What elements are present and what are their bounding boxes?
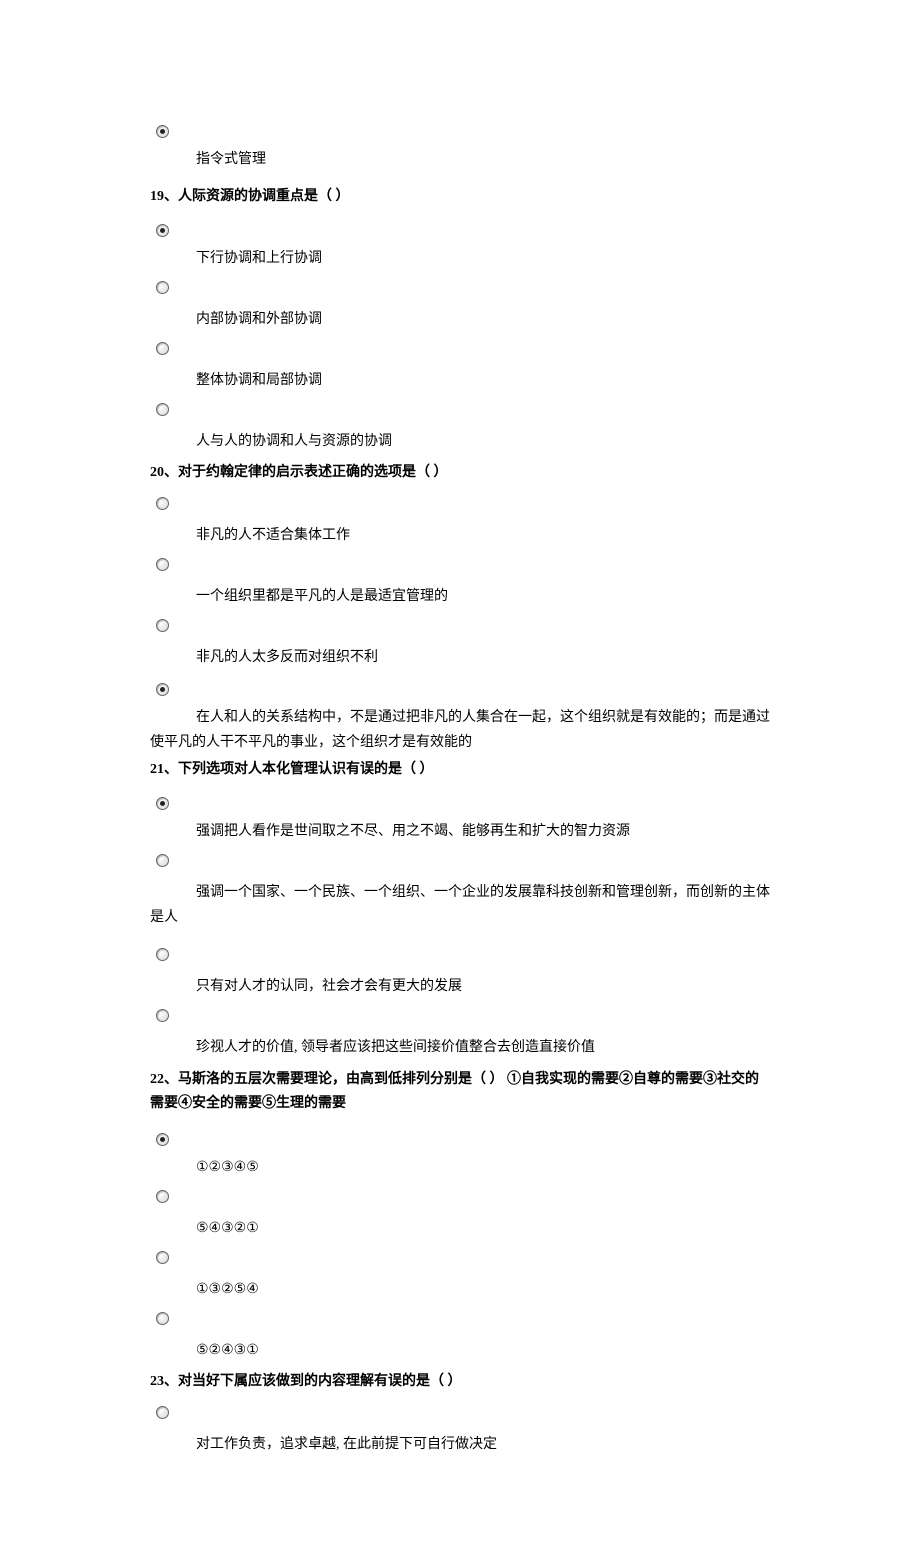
radio-icon[interactable]	[156, 683, 169, 696]
radio-icon[interactable]	[156, 619, 169, 632]
option-text: 强调把人看作是世间取之不尽、用之不竭、能够再生和扩大的智力资源	[196, 821, 770, 842]
q21-option-2: 强调一个国家、一个民族、一个组织、一个企业的发展靠科技创新和管理创新，而创新的主…	[150, 852, 770, 903]
q21-option-4: 珍视人才的价值, 领导者应该把这些间接价值整合去创造直接价值	[150, 1007, 770, 1058]
option-text: ⑤④③②①	[196, 1218, 770, 1239]
q22-option-3: ①③②⑤④	[150, 1249, 770, 1300]
radio-icon[interactable]	[156, 1009, 169, 1022]
q21-option-1: 强调把人看作是世间取之不尽、用之不竭、能够再生和扩大的智力资源	[150, 792, 770, 842]
q20-option-4-cont: 使平凡的人干不平凡的事业，这个组织才是有效能的	[150, 732, 770, 753]
q20-option-1: 非凡的人不适合集体工作	[150, 495, 770, 546]
option-text: 珍视人才的价值, 领导者应该把这些间接价值整合去创造直接价值	[196, 1037, 770, 1058]
option-text: 非凡的人不适合集体工作	[196, 525, 770, 546]
radio-icon[interactable]	[156, 854, 169, 867]
q21-option-3: 只有对人才的认同，社会才会有更大的发展	[150, 946, 770, 997]
radio-icon[interactable]	[156, 1190, 169, 1203]
option-text: 非凡的人太多反而对组织不利	[196, 647, 770, 668]
q20-option-3: 非凡的人太多反而对组织不利	[150, 617, 770, 668]
option-text: 在人和人的关系结构中，不是通过把非凡的人集合在一起，这个组织就是有效能的；而是通…	[196, 707, 770, 728]
radio-icon[interactable]	[156, 1251, 169, 1264]
option-text: 整体协调和局部协调	[196, 370, 770, 391]
q21-option-2-cont: 是人	[150, 907, 770, 928]
q18-option-1: 指令式管理	[150, 120, 770, 170]
option-text: 下行协调和上行协调	[196, 248, 770, 269]
option-text: 人与人的协调和人与资源的协调	[196, 431, 770, 452]
radio-icon[interactable]	[156, 342, 169, 355]
q19-option-1: 下行协调和上行协调	[150, 219, 770, 269]
q19-option-4: 人与人的协调和人与资源的协调	[150, 401, 770, 452]
option-text: 对工作负责，追求卓越, 在此前提下可自行做决定	[196, 1434, 770, 1455]
q22-option-1: ①②③④⑤	[150, 1128, 770, 1178]
q19-option-3: 整体协调和局部协调	[150, 340, 770, 391]
radio-icon[interactable]	[156, 797, 169, 810]
radio-icon[interactable]	[156, 1406, 169, 1419]
option-text: 指令式管理	[196, 149, 770, 170]
option-text: ①②③④⑤	[196, 1157, 770, 1178]
radio-icon[interactable]	[156, 1133, 169, 1146]
q22-option-2: ⑤④③②①	[150, 1188, 770, 1239]
option-text: 强调一个国家、一个民族、一个组织、一个企业的发展靠科技创新和管理创新，而创新的主…	[196, 882, 770, 903]
q20-stem: 20、对于约翰定律的启示表述正确的选项是（ ）	[150, 462, 770, 483]
radio-icon[interactable]	[156, 948, 169, 961]
q22-option-4: ⑤②④③①	[150, 1310, 770, 1361]
option-text: 内部协调和外部协调	[196, 309, 770, 330]
q20-option-2: 一个组织里都是平凡的人是最适宜管理的	[150, 556, 770, 607]
radio-icon[interactable]	[156, 558, 169, 571]
option-text: ①③②⑤④	[196, 1279, 770, 1300]
q21-stem: 21、下列选项对人本化管理认识有误的是（ ）	[150, 759, 770, 780]
q23-option-1: 对工作负责，追求卓越, 在此前提下可自行做决定	[150, 1404, 770, 1455]
option-text: 一个组织里都是平凡的人是最适宜管理的	[196, 586, 770, 607]
option-text: ⑤②④③①	[196, 1340, 770, 1361]
option-text: 只有对人才的认同，社会才会有更大的发展	[196, 976, 770, 997]
radio-icon[interactable]	[156, 125, 169, 138]
radio-icon[interactable]	[156, 224, 169, 237]
q19-option-2: 内部协调和外部协调	[150, 279, 770, 330]
q22-stem: 22、马斯洛的五层次需要理论，由高到低排列分别是（ ） ①自我实现的需要②自尊的…	[150, 1068, 770, 1116]
radio-icon[interactable]	[156, 403, 169, 416]
radio-icon[interactable]	[156, 1312, 169, 1325]
q19-stem: 19、人际资源的协调重点是（ ）	[150, 186, 770, 207]
q20-option-4: 在人和人的关系结构中，不是通过把非凡的人集合在一起，这个组织就是有效能的；而是通…	[150, 678, 770, 728]
radio-icon[interactable]	[156, 497, 169, 510]
q23-stem: 23、对当好下属应该做到的内容理解有误的是（ ）	[150, 1371, 770, 1392]
radio-icon[interactable]	[156, 281, 169, 294]
